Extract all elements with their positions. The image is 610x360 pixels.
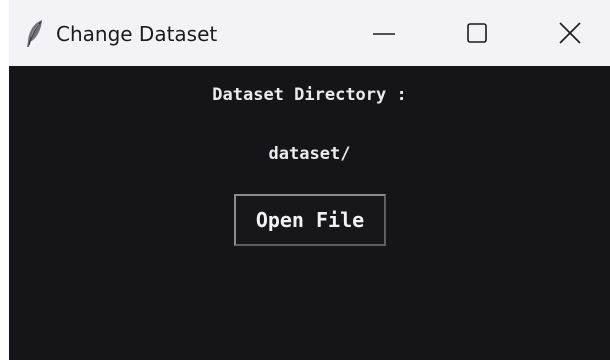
change-dataset-window: Change Dataset Dataset Directory : datas… xyxy=(9,0,610,360)
maximize-button[interactable] xyxy=(454,13,500,53)
dataset-path-value: dataset/ xyxy=(268,144,351,164)
dataset-directory-label: Dataset Directory : xyxy=(212,85,407,105)
minimize-button[interactable] xyxy=(361,13,407,53)
feather-icon xyxy=(24,19,46,49)
close-icon xyxy=(559,22,581,44)
close-button[interactable] xyxy=(547,13,593,53)
minimize-icon xyxy=(373,33,395,35)
title-bar[interactable]: Change Dataset xyxy=(9,0,610,66)
maximize-icon xyxy=(467,23,487,43)
open-file-button[interactable]: Open File xyxy=(234,194,386,246)
window-title: Change Dataset xyxy=(56,22,218,46)
dialog-content: Dataset Directory : dataset/ Open File xyxy=(9,66,610,360)
